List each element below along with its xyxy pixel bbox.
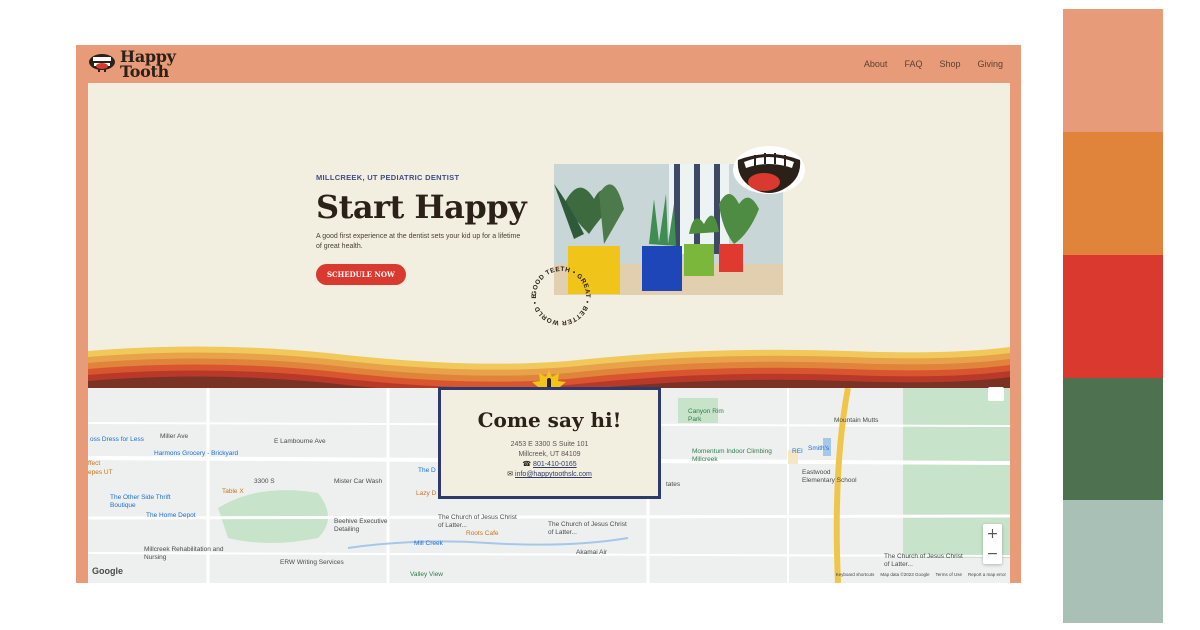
map-label-church-2[interactable]: The Church of Jesus Christ of Latter...	[548, 521, 628, 537]
map-label-valley-view[interactable]: Valley View	[410, 571, 443, 578]
contact-address-2: Millcreek, UT 84109	[518, 451, 581, 458]
map-label-smiths[interactable]: Smith's	[808, 445, 829, 452]
zoom-in-button[interactable]: +	[983, 524, 1002, 544]
svg-text:GOOD TEETH • GREAT • BETTER WO: GOOD TEETH • GREAT • BETTER WORLD • EDIT	[526, 261, 591, 326]
nav-faq[interactable]: FAQ	[904, 59, 922, 69]
map-label-beehive[interactable]: Beehive Executive Detailing	[334, 518, 404, 534]
map-label-harmons[interactable]: Harmons Grocery - Brickyard	[154, 450, 238, 457]
hero-subline: A good first experience at the dentist s…	[316, 233, 521, 250]
contact-phone-row: ☎ 801-410-0165	[441, 460, 658, 470]
map-label-erw[interactable]: ERW Writing Services	[280, 559, 344, 566]
palette-swatch-3	[1063, 255, 1163, 378]
map-label-lazy[interactable]: Lazy D	[416, 490, 436, 497]
site-logo[interactable]: Happy Tooth	[88, 48, 180, 81]
logo-wordmark: Happy Tooth	[120, 49, 176, 81]
zoom-out-button[interactable]: −	[983, 544, 1002, 564]
map-zoom-control: + −	[983, 524, 1002, 564]
website-frame: Happy Tooth About FAQ Shop Giving MILLCR…	[76, 45, 1021, 583]
palette-swatch-2	[1063, 132, 1163, 255]
palette-swatch-4	[1063, 378, 1163, 501]
hero-eyebrow: MILLCREEK, UT PEDIATRIC DENTIST	[316, 173, 460, 182]
nav-shop[interactable]: Shop	[939, 59, 960, 69]
map-attribution: Keyboard shortcuts Map data ©2023 Google…	[836, 572, 1006, 577]
map-label-eastwood[interactable]: Eastwood Elementary School	[802, 469, 862, 485]
map-label-effect: ffect	[88, 460, 101, 467]
hero-panel: MILLCREEK, UT PEDIATRIC DENTIST Start Ha…	[88, 83, 1010, 583]
smiling-mouth-icon	[733, 146, 805, 194]
map-label-canyon-rim[interactable]: Canyon Rim Park	[688, 408, 728, 424]
map-label-lambourne: E Lambourne Ave	[274, 438, 326, 445]
circular-stamp-badge: GOOD TEETH • GREAT • BETTER WORLD • EDIT	[526, 261, 591, 326]
mouth-mascot-icon	[89, 54, 115, 72]
main-nav: About FAQ Shop Giving	[864, 59, 1003, 69]
logo-line-2: Tooth	[120, 62, 169, 81]
mail-icon: ✉	[507, 471, 514, 478]
palette-swatch-1	[1063, 9, 1163, 132]
map-label-church-3[interactable]: The Church of Jesus Christ of Latter...	[884, 553, 964, 569]
terms-link[interactable]: Terms of Use	[935, 572, 962, 577]
hero-text: MILLCREEK, UT PEDIATRIC DENTIST Start Ha…	[316, 173, 546, 285]
contact-phone-link[interactable]: 801-410-0165	[533, 461, 577, 468]
map-label-3300s: 3300 S	[254, 478, 275, 485]
map-label-the-d: The D	[418, 467, 436, 474]
contact-title: Come say hi!	[477, 408, 622, 432]
report-error-link[interactable]: Report a map error	[968, 572, 1006, 577]
map-label-pes: epes UT	[88, 469, 113, 476]
map-label-mister[interactable]: Mister Car Wash	[334, 478, 382, 485]
stamp-text: GOOD TEETH • GREAT • BETTER WORLD • EDIT	[526, 261, 591, 326]
keyboard-shortcuts-link[interactable]: Keyboard shortcuts	[836, 572, 875, 577]
map-fullscreen-button[interactable]	[988, 387, 1004, 401]
phone-icon: ☎	[522, 461, 532, 468]
map-label-church-1[interactable]: The Church of Jesus Christ of Latter...	[438, 514, 518, 530]
map-label-states: tates	[666, 481, 681, 488]
map-label-millcreek-rehab[interactable]: Millcreek Rehabilitation and Nursing	[144, 546, 224, 562]
site-header: Happy Tooth About FAQ Shop Giving	[76, 45, 1021, 83]
map-label-other-side[interactable]: The Other Side Thrift Boutique	[110, 494, 190, 510]
map-label-mountain-mutts[interactable]: Mountain Mutts	[834, 417, 878, 424]
map-label-momentum[interactable]: Momentum Indoor Climbing Millcreek	[692, 448, 772, 464]
map-label-home-depot[interactable]: The Home Depot	[146, 512, 196, 519]
schedule-now-button[interactable]: SCHEDULE NOW	[316, 264, 406, 285]
map-label-dress[interactable]: oss Dress for Less	[90, 436, 144, 443]
map-label-table-x[interactable]: Table X	[222, 488, 244, 495]
contact-email-link[interactable]: info@happytoothslc.com	[515, 471, 592, 478]
contact-card: Come say hi! 2453 E 3300 S Suite 101 Mil…	[438, 387, 661, 499]
map-label-rei[interactable]: REI	[792, 448, 803, 455]
nav-giving[interactable]: Giving	[977, 59, 1003, 69]
palette-swatch-5	[1063, 500, 1163, 623]
nav-about[interactable]: About	[864, 59, 888, 69]
map-data-text: Map data ©2023 Google	[880, 572, 930, 577]
map-label-mill-creek: Mill Creek	[414, 540, 443, 547]
hero-headline: Start Happy	[316, 188, 527, 226]
contact-email-row: ✉ info@happytoothslc.com	[441, 470, 658, 480]
contact-address-1: 2453 E 3300 S Suite 101	[510, 441, 589, 448]
map-label-akamai[interactable]: Akamai Air	[576, 549, 607, 556]
map-label-roots[interactable]: Roots Cafe	[466, 530, 499, 537]
map-label-miller: Miller Ave	[160, 433, 189, 440]
google-logo: Google	[92, 566, 123, 576]
